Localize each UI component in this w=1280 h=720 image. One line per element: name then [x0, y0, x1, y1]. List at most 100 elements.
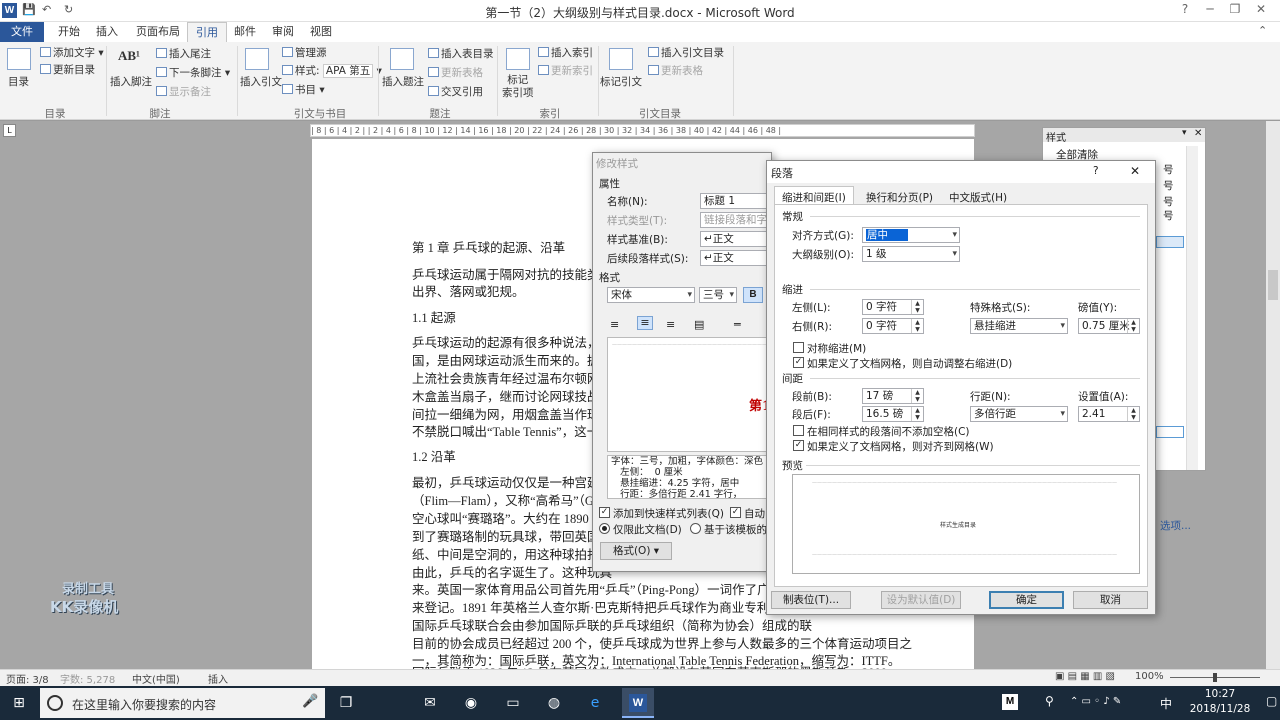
indent-by-spinner[interactable]: 0.75 厘米 ▲ ▼ [1078, 318, 1140, 334]
bibliography-button[interactable]: 书目 ▾ [282, 82, 325, 97]
auto-update-checkbox[interactable]: ✓ [730, 507, 741, 518]
styles-options-link[interactable]: 选项... [1160, 518, 1191, 533]
status-language[interactable]: 中文(中国) [132, 671, 180, 686]
only-document-radio[interactable] [599, 523, 610, 534]
tray-people-icon[interactable]: ⚲ [1045, 694, 1054, 708]
left-indent-spinner[interactable]: 0 字符 ▲ ▼ [862, 299, 924, 315]
special-indent-select[interactable]: 悬挂缩进 [970, 318, 1068, 334]
update-toc-button[interactable]: 更新目录 [40, 62, 95, 77]
set-default-button[interactable]: 设为默认值(D) [881, 591, 961, 609]
tray-app-icon[interactable]: M [1002, 694, 1018, 710]
align-left-icon[interactable]: ≡ [610, 318, 619, 331]
citation-style-select[interactable]: 样式: APA 第五 ▾ [282, 63, 382, 78]
document-vertical-scrollbar[interactable] [1266, 121, 1280, 669]
tab-page-layout[interactable]: 页面布局 [128, 22, 188, 42]
style-item[interactable]: 号 [1163, 208, 1174, 223]
update-table-button[interactable]: 更新表格 [428, 65, 483, 80]
template-radio[interactable] [690, 523, 701, 534]
status-page[interactable]: 页面: 3/8 [6, 671, 49, 686]
ime-indicator[interactable]: 中 [1160, 695, 1172, 712]
line-spacing-select[interactable]: 多倍行距 [970, 406, 1068, 422]
styles-pane-dropdown-icon[interactable]: ▾ [1182, 128, 1187, 138]
zoom-slider-thumb[interactable] [1213, 673, 1217, 682]
style-item-selected[interactable] [1156, 236, 1184, 248]
mirror-indents-checkbox[interactable] [793, 342, 804, 353]
spacing-before-spinner[interactable]: 17 磅 ▲ ▼ [862, 388, 924, 404]
name-input[interactable]: 标题 1 [700, 193, 770, 209]
alignment-select[interactable]: 居中 [862, 227, 960, 243]
insert-endnote-button[interactable]: 插入尾注 [156, 46, 211, 61]
manage-sources-button[interactable]: 管理源 [282, 45, 327, 60]
toc-button[interactable]: 目录 [8, 74, 29, 89]
notification-icon[interactable]: ▢ [1266, 694, 1277, 708]
tab-file[interactable]: 文件 [0, 22, 44, 42]
insert-toa-button[interactable]: 插入引文目录 [648, 45, 724, 60]
tray-icons[interactable]: ⌃ ▭ ◦ ♪ ✎ [1070, 696, 1121, 707]
scrollbar-thumb[interactable] [1268, 270, 1278, 300]
app-icon[interactable]: ◉ [458, 690, 484, 716]
align-right-icon[interactable]: ≡ [666, 318, 675, 331]
update-toa-button[interactable]: 更新表格 [648, 63, 703, 78]
tab-review[interactable]: 审阅 [264, 22, 302, 42]
clock-date[interactable]: 2018/11/28 [1178, 703, 1262, 715]
line-at-spinner[interactable]: 2.41 ▲ ▼ [1078, 406, 1140, 422]
word-app-icon[interactable]: W [2, 3, 17, 18]
ribbon-collapse-icon[interactable]: ⌃ [1258, 24, 1267, 37]
tab-mailings[interactable]: 邮件 [226, 22, 264, 42]
add-text-button[interactable]: 添加文字 ▾ [40, 45, 104, 60]
close-icon[interactable]: ✕ [1246, 2, 1276, 16]
tab-view[interactable]: 视图 [302, 22, 340, 42]
snap-to-grid-checkbox[interactable]: ✓ [793, 440, 804, 451]
spacing-after-spinner[interactable]: 16.5 磅 ▲ ▼ [862, 406, 924, 422]
zoom-level[interactable]: 100% [1135, 671, 1164, 682]
mail-icon[interactable]: ✉ [417, 690, 443, 716]
redo-icon[interactable]: ↻ [64, 3, 73, 16]
status-words[interactable]: 字数: 5,278 [60, 671, 115, 686]
right-indent-spinner[interactable]: 0 字符 ▲ ▼ [862, 318, 924, 334]
next-style-select[interactable]: ↵正文 [700, 250, 770, 266]
align-center-icon[interactable]: ≡ [637, 316, 653, 330]
view-buttons[interactable]: ▣ ▤ ▦ ▥ ▧ [1055, 671, 1115, 682]
microphone-icon[interactable]: 🎤 [302, 694, 318, 709]
styles-pane-scrollbar[interactable] [1186, 146, 1198, 470]
line-spacing-icon[interactable]: ═ [734, 318, 741, 331]
save-icon[interactable]: 💾 [22, 3, 36, 16]
tab-asian-typography[interactable]: 中文版式(H) [949, 190, 1007, 205]
tab-insert[interactable]: 插入 [88, 22, 126, 42]
update-index-button[interactable]: 更新索引 [538, 63, 593, 78]
font-select[interactable]: 宋体 [607, 287, 695, 303]
auto-adjust-indent-checkbox[interactable]: ✓ [793, 357, 804, 368]
tab-home[interactable]: 开始 [50, 22, 88, 42]
style-item[interactable]: 号 [1163, 178, 1174, 193]
dialog-close-icon[interactable]: ✕ [1130, 164, 1140, 178]
file-explorer-icon[interactable]: ▭ [500, 690, 526, 716]
insert-citation-button[interactable]: 插入引文 [240, 74, 282, 89]
insert-index-button[interactable]: 插入索引 [538, 45, 593, 60]
cross-reference-button[interactable]: 交叉引用 [428, 84, 483, 99]
style-item[interactable]: 号 [1163, 162, 1174, 177]
outline-level-select[interactable]: 1 级 [862, 246, 960, 262]
styles-pane-close-icon[interactable]: ✕ [1194, 128, 1202, 139]
size-select[interactable]: 三号 [699, 287, 737, 303]
undo-icon[interactable]: ↶ [42, 3, 51, 16]
next-footnote-button[interactable]: 下一条脚注 ▾ [156, 65, 230, 80]
dialog-help-icon[interactable]: ? [1093, 165, 1099, 177]
edge-icon[interactable]: e [582, 690, 608, 716]
add-quick-style-checkbox[interactable]: ✓ [599, 507, 610, 518]
show-notes-button[interactable]: 显示备注 [156, 84, 211, 99]
justify-icon[interactable]: ▤ [694, 318, 704, 331]
clock-time[interactable]: 10:27 [1190, 688, 1250, 700]
mark-citation-button[interactable]: 标记引文 [600, 74, 642, 89]
insert-footnote-button[interactable]: 插入脚注 [110, 74, 152, 89]
insert-table-of-figures-button[interactable]: 插入表目录 [428, 46, 494, 61]
cancel-button[interactable]: 取消 [1073, 591, 1148, 609]
horizontal-ruler[interactable]: | 8 | 6 | 4 | 2 | | 2 | 4 | 6 | 8 | 10 |… [310, 124, 975, 137]
task-view-icon[interactable]: ❐ [333, 690, 359, 716]
tab-line-page-breaks[interactable]: 换行和分页(P) [866, 190, 933, 205]
tab-references[interactable]: 引用 [187, 22, 227, 42]
windows-start-icon[interactable]: ⊞ [6, 690, 32, 716]
format-dropdown-button[interactable]: 格式(O) ▾ [600, 542, 672, 560]
status-insert-mode[interactable]: 插入 [208, 671, 228, 686]
style-item-outline[interactable] [1156, 426, 1184, 438]
ok-button[interactable]: 确定 [989, 591, 1064, 609]
